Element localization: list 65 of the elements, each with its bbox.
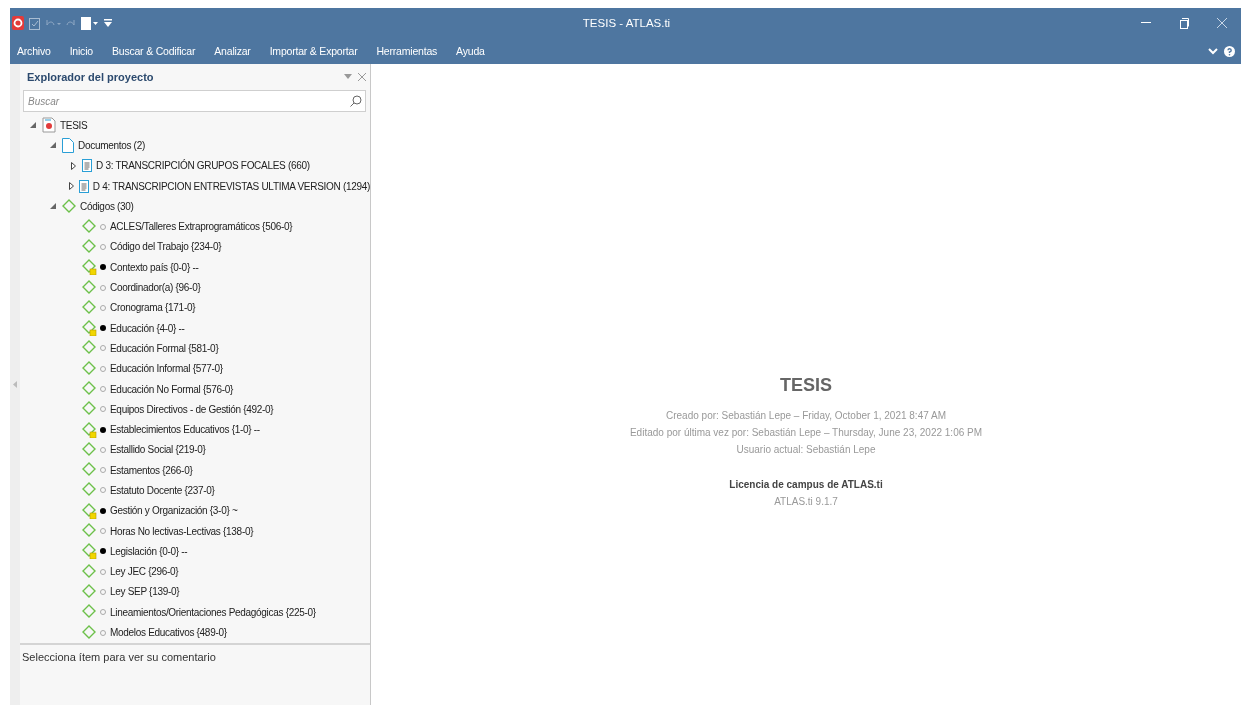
text-document-icon [78,179,89,193]
version-text: ATLAS.ti 9.1.7 [774,496,838,507]
tree-item[interactable]: Coordinador(a) {96-0} [110,282,201,293]
comment-hint: Selecciona ítem para ver su comentario [22,650,217,663]
menu-item[interactable]: Herramientas [369,45,445,57]
tree-item[interactable]: Cronograma {171-0} [110,302,196,314]
tree-item[interactable]: Educación No Formal {576-0} [110,383,234,395]
expanded-arrow-icon[interactable] [50,203,56,210]
project-detail: Usuario actual: Sebastián Lepe [736,443,876,457]
tree-item[interactable]: Código del Trabajo {234-0} [110,241,222,253]
close-icon[interactable] [1217,18,1227,28]
menu-item[interactable]: Importar & Exportar [262,45,365,57]
tree-item[interactable]: Ley SEP {139-0} [110,586,180,598]
menu-item[interactable]: Analizar [207,45,258,57]
app-logo-icon[interactable] [12,16,24,30]
panel-title: Explorador del proyecto [27,71,155,83]
tree-item[interactable]: TESIS [60,119,88,131]
search-icon[interactable] [350,95,362,107]
close-icon[interactable] [358,73,366,81]
tree-item[interactable]: D 4: TRANSCRIPCION ENTREVISTAS ULTIMA VERSION (1294) [92,180,370,192]
tree-item[interactable]: Equipos Directivos - de Gestión {492-0} [110,403,274,415]
tree-item[interactable]: Modelos Educativos {489-0} [110,627,227,639]
restore-icon[interactable] [1179,17,1189,29]
project-detail: Creado por: Sebastián Lepe – Friday, October 1, 2021 8:47 AM [666,409,946,423]
tree-item[interactable]: Gestión y Organización {3-0} ~ [110,505,238,517]
project-name: TESIS [780,375,832,396]
project-icon [42,117,56,134]
tree-item[interactable]: Lineamientos/Orientaciones Pedagógicas {225-0} [110,606,316,618]
collapsed-arrow-icon[interactable] [68,182,74,191]
tree-item[interactable]: D 3: TRANSCRIPCIÓN GRUPOS FOCALES (660) [96,160,310,172]
save-icon[interactable] [29,16,40,30]
tree-item[interactable]: Ley JEC {296-0} [110,566,179,578]
tree-item[interactable]: Establecimientos Educativos {1-0} -- [110,424,260,436]
menu-item[interactable]: Inicio [62,45,100,57]
collapsed-arrow-icon[interactable] [70,161,76,170]
text-document-icon [82,159,92,173]
tree-item[interactable]: Estamentos {266-0} [110,464,193,476]
menu-item[interactable]: Buscar & Codificar [104,45,203,57]
expanded-arrow-icon[interactable] [30,122,36,129]
tree-item[interactable]: Educación {4-0} -- [110,322,185,334]
tree-item[interactable]: Contexto país {0-0} -- [110,261,199,273]
menu-item[interactable]: Ayuda [449,45,492,57]
dropdown-icon[interactable] [344,74,352,80]
tree-item[interactable]: Horas No lectivas-Lectivas {138-0} [110,525,254,537]
help-icon[interactable] [1224,45,1235,57]
minimize-icon[interactable] [1141,22,1151,24]
tree-item[interactable]: Documentos (2) [78,139,145,151]
customize-caret-icon[interactable] [104,19,112,27]
tree-item[interactable]: Educación Informal {577-0} [110,363,223,375]
collapse-ribbon-icon[interactable] [1208,47,1218,55]
document-folder-icon [62,137,74,153]
tree-item[interactable]: Educación Formal {581-0} [110,342,219,354]
license-text: Licencia de campus de ATLAS.ti [729,478,883,492]
code-diamond-icon [62,199,76,214]
page-icon[interactable] [81,16,99,30]
menu-item[interactable]: Archivo [10,45,58,57]
search-field[interactable]: Buscar [23,90,366,112]
window-title: TESIS - ATLAS.ti [581,17,672,29]
tree-item[interactable]: Estatuto Docente {237-0} [110,485,215,496]
tree-item[interactable]: Códigos (30) [80,200,134,212]
tree-item[interactable]: ACLES/Talleres Extraprogramáticos {506-0} [110,221,293,233]
tree-item[interactable]: Estallido Social {219-0} [110,444,206,456]
expanded-arrow-icon[interactable] [50,142,56,149]
tree-item[interactable]: Legislación {0-0} -- [110,545,188,557]
project-detail: Editado por última vez por: Sebastián Lepe – Thursday, June 23, 2022 1:06 PM [629,426,983,440]
